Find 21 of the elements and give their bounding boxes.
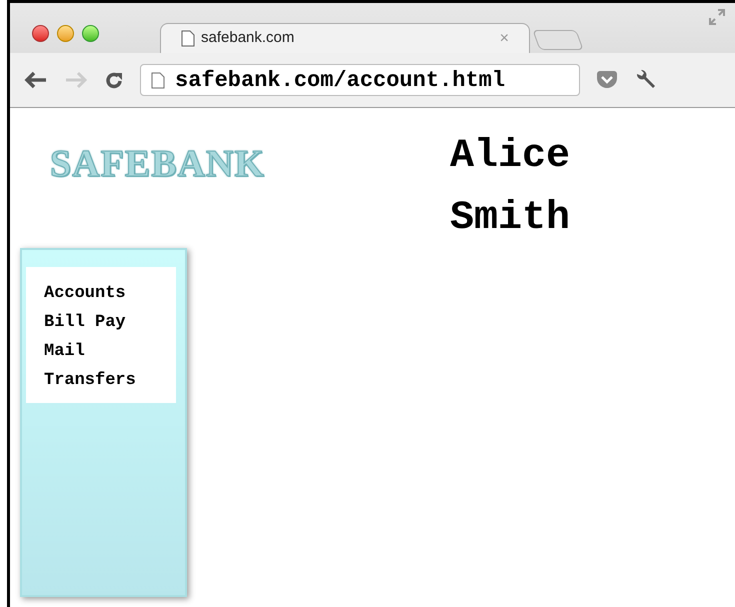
wrench-icon[interactable] bbox=[634, 70, 656, 90]
shield-icon[interactable] bbox=[596, 71, 618, 89]
address-text: safebank.com/account.html bbox=[175, 66, 506, 94]
nav-link[interactable]: Accounts bbox=[44, 279, 126, 308]
bank-logo: SAFEBANK bbox=[50, 143, 265, 185]
tab-title: safebank.com bbox=[201, 28, 294, 48]
address-bar[interactable]: safebank.com/account.html bbox=[140, 64, 580, 96]
nav-link[interactable]: Transfers bbox=[44, 366, 136, 395]
zoom-window-button[interactable] bbox=[82, 25, 99, 42]
close-window-button[interactable] bbox=[32, 25, 49, 42]
browser-tab[interactable]: safebank.com × bbox=[160, 23, 530, 53]
back-arrow-icon[interactable] bbox=[24, 71, 48, 89]
nav-link[interactable]: Bill Pay bbox=[44, 308, 126, 337]
minimize-window-button[interactable] bbox=[57, 25, 74, 42]
fullscreen-icon[interactable] bbox=[709, 9, 725, 25]
user-name: Alice Smith bbox=[450, 133, 572, 243]
page-icon bbox=[181, 30, 195, 47]
reload-icon[interactable] bbox=[104, 70, 124, 90]
new-tab-button[interactable] bbox=[532, 30, 584, 50]
nav-link[interactable]: Mail bbox=[44, 337, 85, 366]
page-icon bbox=[151, 72, 165, 88]
